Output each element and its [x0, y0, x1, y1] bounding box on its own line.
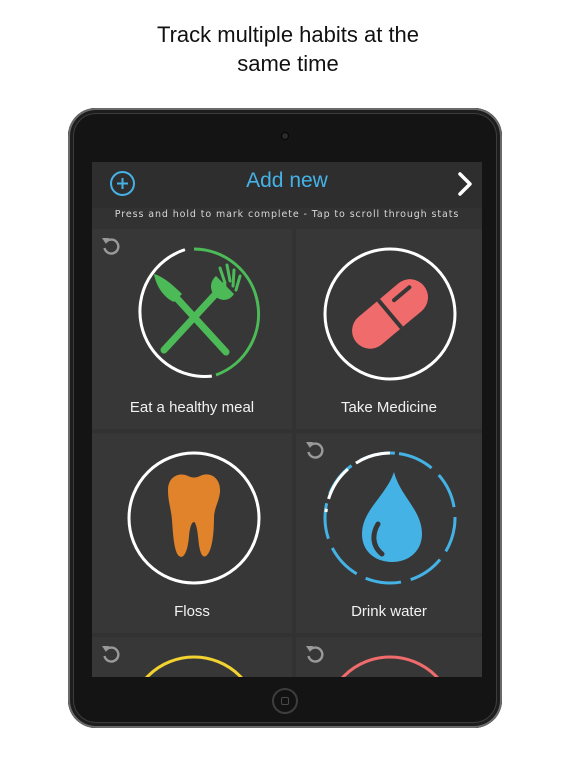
progress-ring	[323, 247, 457, 381]
habit-name: Drink water	[351, 603, 427, 620]
front-camera	[282, 133, 288, 139]
habit-tile[interactable]: Drink water	[296, 433, 482, 633]
habit-name: Eat a healthy meal	[129, 399, 255, 416]
home-square-icon	[281, 697, 289, 705]
caption-line-1: Track multiple habits at the	[156, 22, 420, 47]
page-title[interactable]: Add new	[92, 169, 482, 193]
water-drop-icon	[362, 472, 422, 562]
habit-name: Floss	[174, 603, 210, 620]
progress-ring	[323, 451, 457, 585]
pill-icon	[352, 279, 428, 349]
caption-line-2: same time	[237, 51, 339, 76]
progress-ring	[138, 247, 261, 378]
fork-knife-icon	[154, 263, 242, 356]
habit-name: Take Medicine	[341, 399, 437, 416]
habit-tile[interactable]: Take Medicine	[296, 229, 482, 429]
habit-tile[interactable]: Eat a healthy meal	[92, 229, 292, 429]
undo-icon[interactable]	[100, 235, 122, 257]
home-button[interactable]	[272, 688, 298, 714]
undo-icon[interactable]	[100, 643, 122, 665]
habit-tile[interactable]	[92, 637, 292, 677]
progress-ring	[341, 655, 439, 677]
app-screen: Add new Press and hold to mark complete …	[92, 162, 482, 677]
habit-tile[interactable]: Floss	[92, 433, 292, 633]
progress-ring	[127, 451, 261, 585]
progress-ring	[145, 655, 243, 677]
promo-caption: Track multiple habits at the same time	[0, 20, 576, 78]
tooth-icon	[168, 474, 221, 557]
instruction-hint: Press and hold to mark complete - Tap to…	[114, 209, 460, 220]
habit-tile[interactable]	[296, 637, 482, 677]
top-bar: Add new	[92, 162, 482, 208]
chevron-right-icon[interactable]	[456, 170, 476, 198]
